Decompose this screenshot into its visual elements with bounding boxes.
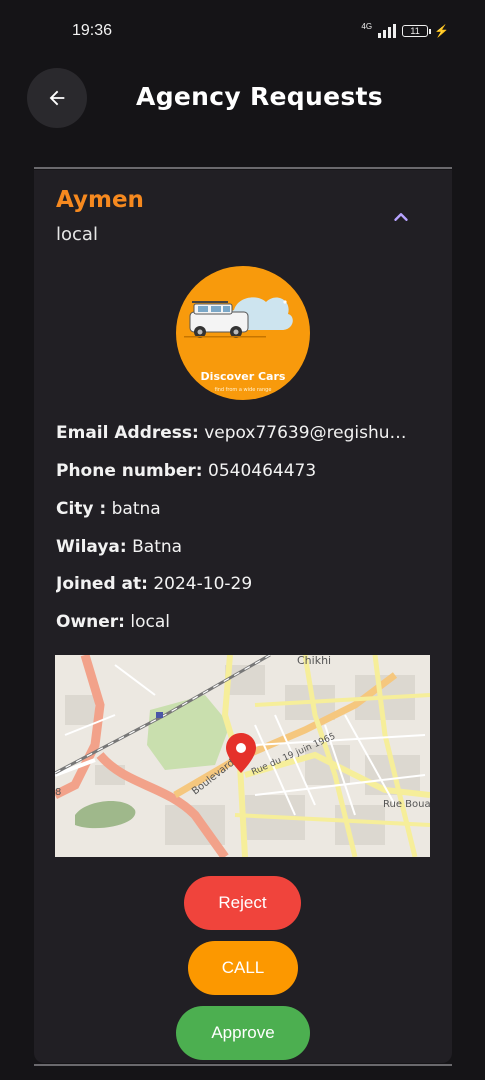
- phone-row: Phone number: 0540464473: [56, 461, 426, 481]
- email-label: Email Address:: [56, 423, 199, 443]
- map-label-top: Chikhi: [297, 655, 331, 667]
- agency-subtitle: local: [56, 224, 98, 245]
- approve-button[interactable]: Approve: [176, 1006, 310, 1060]
- email-value: vepox77639@regishu…: [204, 423, 407, 443]
- logo-text: Discover Cars: [200, 370, 286, 383]
- owner-value: local: [130, 612, 171, 632]
- joined-value: 2024-10-29: [153, 574, 253, 594]
- joined-label: Joined at:: [56, 574, 148, 594]
- status-bar: 19:36 4G 11 ⚡: [0, 0, 485, 64]
- signal-icon: [378, 24, 397, 38]
- bottom-divider: [34, 1064, 452, 1066]
- map-label-left: 8: [55, 787, 61, 798]
- wilaya-label: Wilaya:: [56, 537, 127, 557]
- wilaya-row: Wilaya: Batna: [56, 537, 426, 557]
- phone-label: Phone number:: [56, 461, 203, 481]
- city-row: City : batna: [56, 499, 426, 519]
- chevron-up-icon[interactable]: [390, 206, 412, 228]
- reject-button[interactable]: Reject: [184, 876, 301, 930]
- top-divider: [34, 167, 452, 169]
- phone-value: 0540464473: [208, 461, 317, 481]
- network-type: 4G: [361, 22, 373, 31]
- agency-name: Aymen: [56, 187, 144, 213]
- map-tiles: Chikhi Boulevard Rue du 19 juin 1965 Rue…: [55, 655, 430, 857]
- status-time: 19:36: [72, 22, 113, 39]
- call-button[interactable]: CALL: [188, 941, 298, 995]
- location-map[interactable]: Chikhi Boulevard Rue du 19 juin 1965 Rue…: [55, 655, 430, 857]
- agency-logo: Discover Cars find from a wide range: [176, 266, 310, 400]
- status-icons: 4G 11 ⚡: [361, 22, 449, 38]
- owner-label: Owner:: [56, 612, 125, 632]
- battery-icon: 11 ⚡: [402, 24, 449, 38]
- battery-level: 11: [402, 25, 429, 37]
- email-row: Email Address: vepox77639@regishu…: [56, 423, 426, 443]
- wilaya-value: Batna: [132, 537, 183, 557]
- charging-icon: ⚡: [434, 24, 449, 38]
- joined-row: Joined at: 2024-10-29: [56, 574, 426, 594]
- city-label: City :: [56, 499, 107, 519]
- owner-row: Owner: local: [56, 612, 426, 632]
- city-value: batna: [111, 499, 161, 519]
- agency-request-card: Aymen local Discover Cars find from a wi…: [34, 170, 452, 1063]
- page-title: Agency Requests: [136, 82, 383, 111]
- logo-subtext: find from a wide range: [214, 387, 272, 393]
- app-bar: Agency Requests: [0, 64, 485, 134]
- map-label-rue-boua: Rue Boua: [383, 799, 430, 810]
